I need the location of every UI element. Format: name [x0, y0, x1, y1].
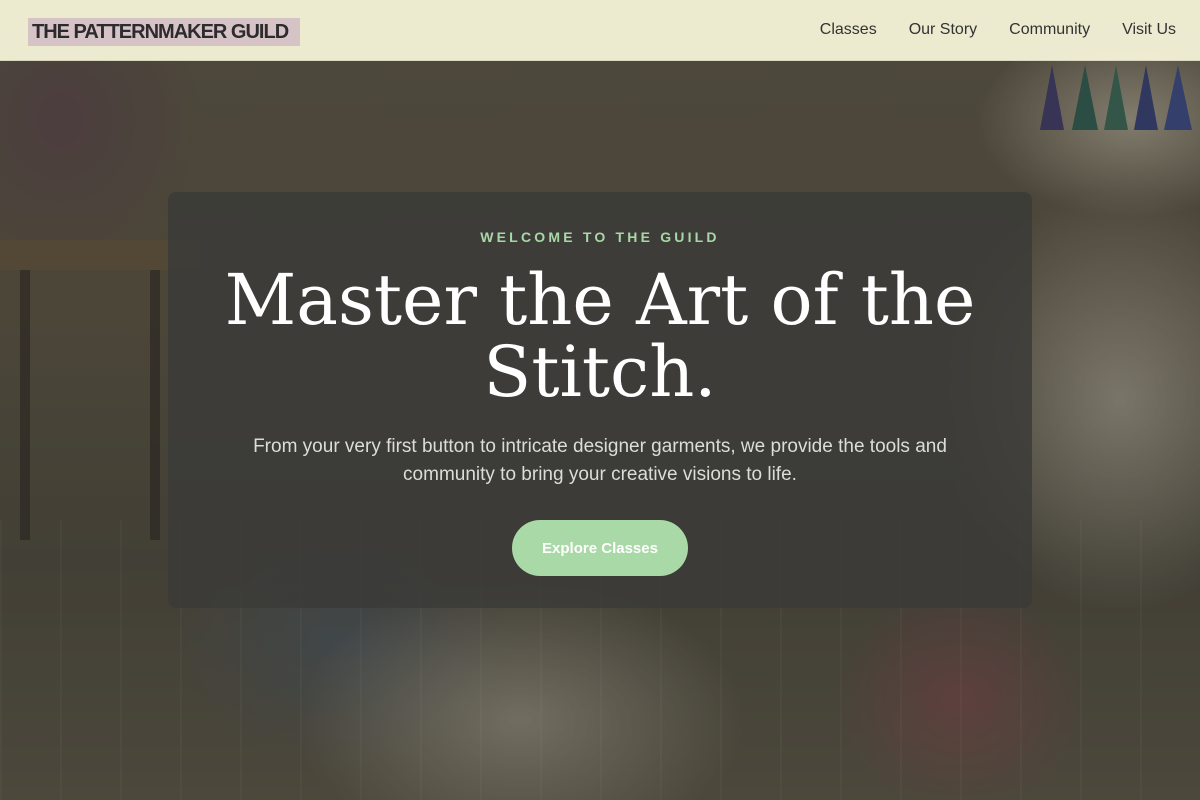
hero-title: Master the Art of the Stitch. — [224, 259, 976, 413]
brand-logo[interactable]: THE PATTERNMAKER GUILD — [28, 18, 301, 46]
site-header: THE PATTERNMAKER GUILD Classes Our Story… — [0, 0, 1200, 61]
main-nav: Classes Our Story Community Visit Us — [820, 21, 1176, 39]
nav-link-community[interactable]: Community — [1009, 21, 1090, 39]
hero-eyebrow: WELCOME TO THE GUILD — [480, 229, 720, 245]
hero-subtitle: From your very first button to intricate… — [253, 436, 947, 485]
hero-card: WELCOME TO THE GUILD Master the Art of t… — [168, 192, 1032, 608]
nav-link-classes[interactable]: Classes — [820, 21, 877, 39]
nav-link-visit-us[interactable]: Visit Us — [1122, 21, 1176, 39]
nav-link-our-story[interactable]: Our Story — [909, 21, 977, 39]
explore-classes-button[interactable]: Explore Classes — [512, 520, 688, 576]
